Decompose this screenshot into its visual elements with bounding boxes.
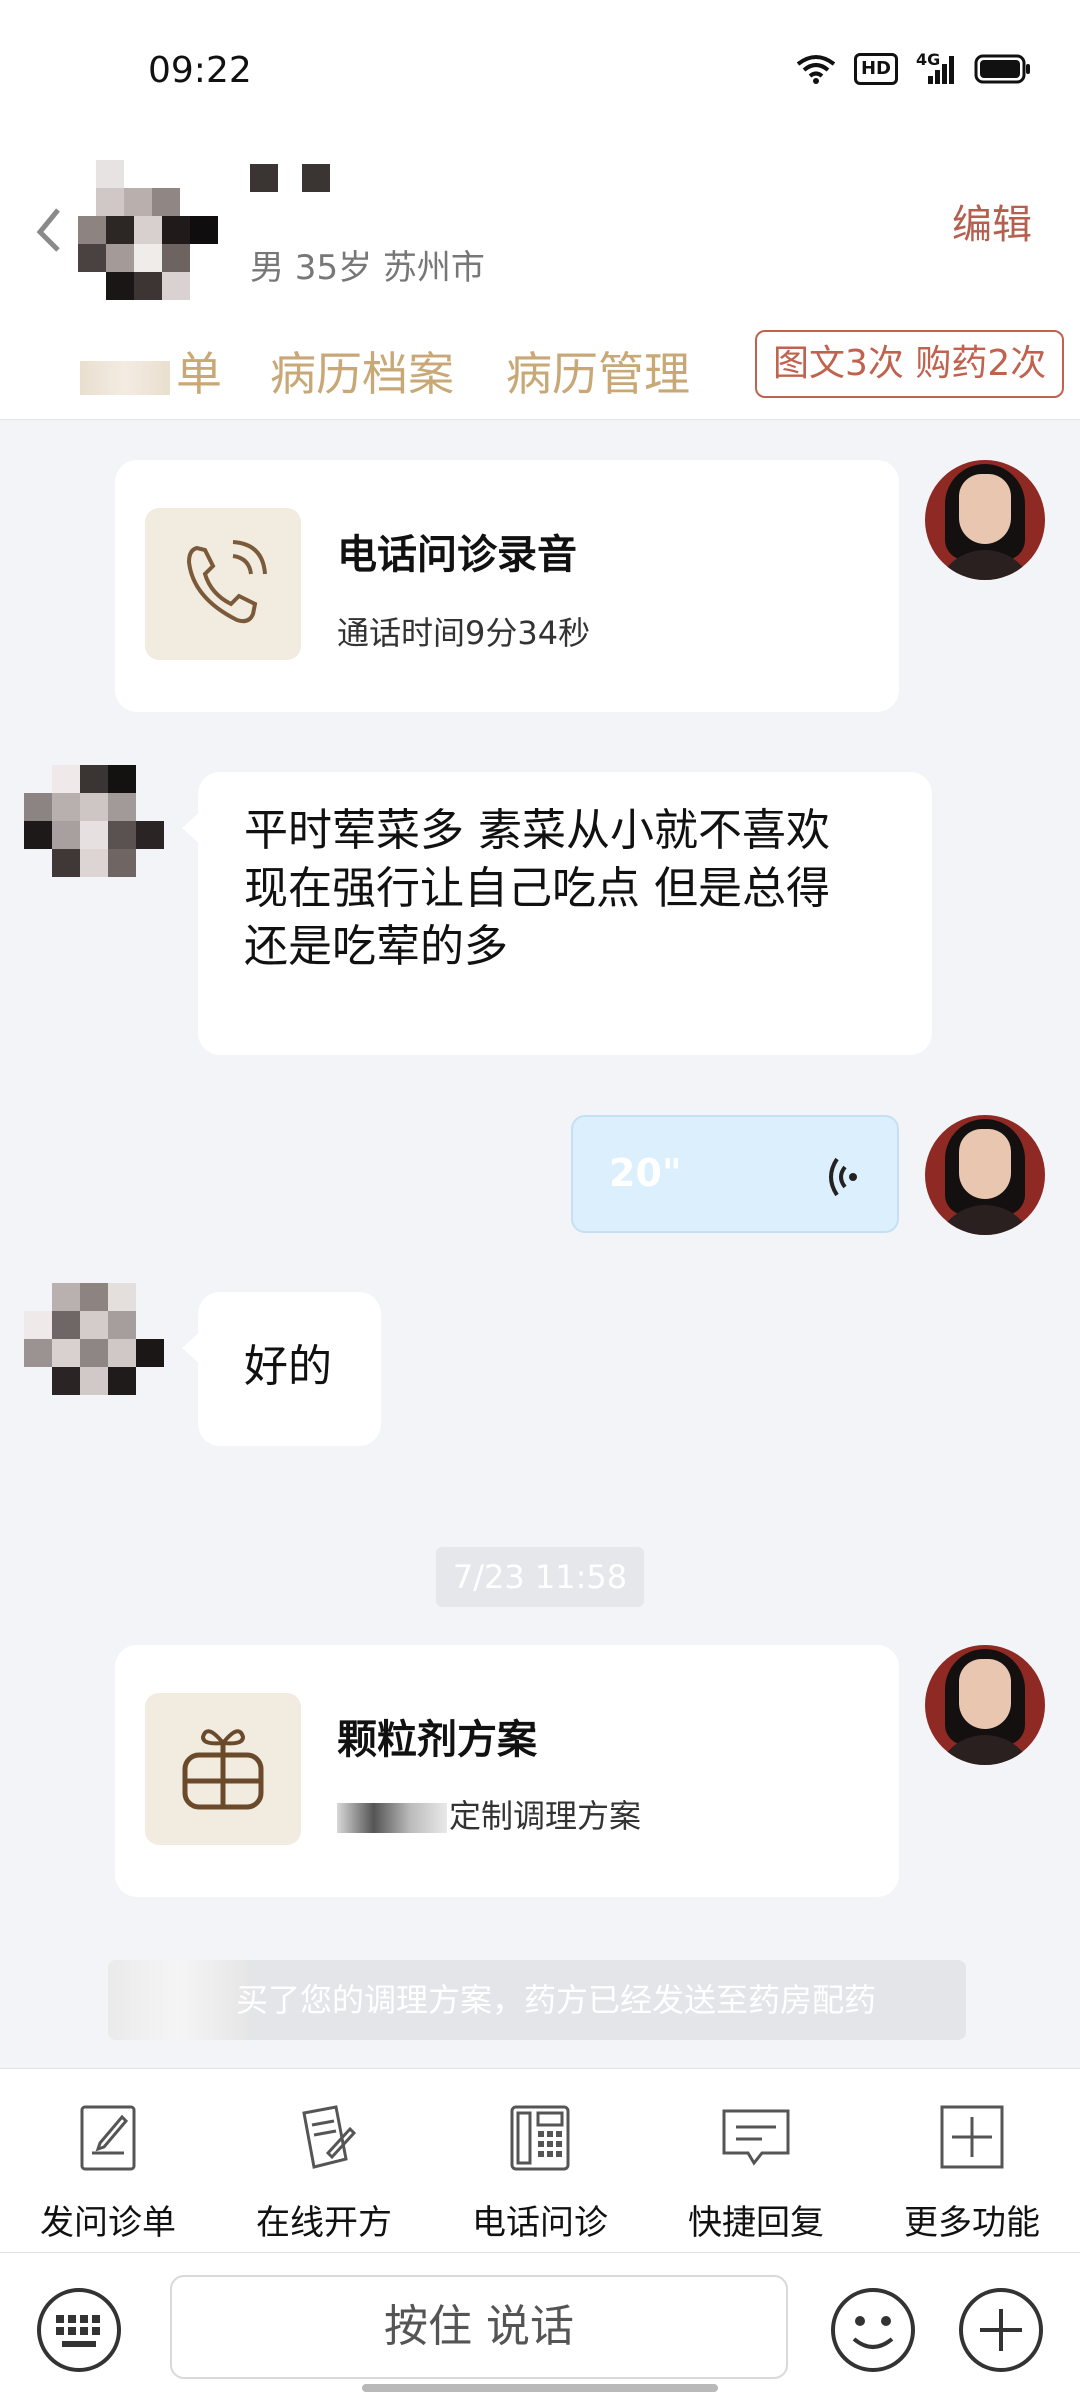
status-icons: HD 4G xyxy=(796,52,1032,86)
patient-header: 男 35岁 苏州市 编辑 单 病历档案 病历管理 图文3次 购药2次 xyxy=(0,130,1080,420)
form-edit-icon xyxy=(80,2105,136,2171)
system-notice: 买了您的调理方案，药方已经发送至药房配药 xyxy=(108,1960,966,2040)
patient-chat-avatar[interactable] xyxy=(20,1283,170,1433)
phone-consult-button[interactable]: 电话问诊 xyxy=(432,2069,648,2253)
cell-signal-icon: 4G xyxy=(916,52,956,86)
call-recording-card[interactable]: 电话问诊录音 通话时间9分34秒 xyxy=(115,460,899,712)
message-line: 还是吃荤的多 xyxy=(244,921,508,972)
voice-message-bubble[interactable]: 20" xyxy=(571,1115,899,1233)
add-icon[interactable] xyxy=(956,2287,1046,2373)
phone-icon xyxy=(145,508,301,660)
patient-name-redacted xyxy=(250,164,330,192)
function-bar: 发问诊单 在线开方 电话问诊 快捷回复 更多功能 xyxy=(0,2068,1080,2252)
send-questionnaire-button[interactable]: 发问诊单 xyxy=(0,2069,216,2253)
doctor-avatar[interactable] xyxy=(925,460,1045,580)
status-time: 09:22 xyxy=(148,50,252,91)
quick-reply-button[interactable]: 快捷回复 xyxy=(648,2069,864,2253)
header-tabs: 单 病历档案 病历管理 图文3次 购药2次 xyxy=(0,330,1080,410)
chat-area[interactable]: 电话问诊录音 通话时间9分34秒 平时荤菜多 素菜从小就不喜欢 现在强行让自己吃… xyxy=(0,420,1080,2068)
plan-card-title: 颗粒剂方案 xyxy=(337,1717,537,1763)
plus-square-icon xyxy=(940,2105,1004,2169)
doctor-avatar[interactable] xyxy=(925,1645,1045,1765)
patient-message-bubble[interactable]: 好的 xyxy=(182,1292,381,1446)
granule-plan-card[interactable]: 颗粒剂方案 定制调理方案 xyxy=(115,1645,899,1897)
patient-info: 男 35岁 苏州市 xyxy=(250,248,485,288)
message-line: 好的 xyxy=(244,1341,332,1392)
edit-button[interactable]: 编辑 xyxy=(952,192,1032,250)
message-line: 平时荤菜多 素菜从小就不喜欢 xyxy=(244,805,830,856)
hd-icon: HD xyxy=(853,53,898,85)
voice-wave-icon xyxy=(829,1157,857,1197)
voice-duration: 20" xyxy=(609,1151,682,1195)
status-bar: 09:22 HD 4G xyxy=(0,0,1080,130)
tab-medical-records[interactable]: 病历档案 xyxy=(270,338,454,404)
quota-badge[interactable]: 图文3次 购药2次 xyxy=(755,330,1065,398)
back-icon[interactable] xyxy=(30,200,70,260)
call-card-title: 电话问诊录音 xyxy=(337,532,577,578)
patient-message-bubble[interactable]: 平时荤菜多 素菜从小就不喜欢 现在强行让自己吃点 但是总得 还是吃荤的多 xyxy=(182,772,932,1055)
battery-icon xyxy=(974,54,1030,84)
keyboard-icon[interactable] xyxy=(34,2287,124,2373)
telephone-icon xyxy=(510,2105,570,2171)
tab-consultation-form[interactable]: 单 xyxy=(80,338,222,404)
online-prescription-button[interactable]: 在线开方 xyxy=(216,2069,432,2253)
prescription-icon xyxy=(302,2105,357,2169)
gift-icon xyxy=(145,1693,301,1845)
doctor-avatar[interactable] xyxy=(925,1115,1045,1235)
chat-timestamp: 7/23 11:58 xyxy=(436,1547,644,1607)
tab-record-management[interactable]: 病历管理 xyxy=(506,338,690,404)
plan-card-subtitle: 定制调理方案 xyxy=(337,1791,641,1837)
hold-to-talk-button[interactable]: 按住 说话 xyxy=(170,2275,788,2379)
message-line: 现在强行让自己吃点 但是总得 xyxy=(244,863,830,914)
call-card-subtitle: 通话时间9分34秒 xyxy=(337,614,591,652)
chat-bubble-icon xyxy=(722,2109,790,2166)
wifi-icon xyxy=(796,55,836,84)
home-indicator[interactable] xyxy=(362,2384,718,2392)
patient-chat-avatar[interactable] xyxy=(20,765,170,915)
more-functions-button[interactable]: 更多功能 xyxy=(864,2069,1080,2253)
patient-avatar[interactable] xyxy=(78,160,228,310)
emoji-icon[interactable] xyxy=(828,2287,918,2373)
input-bar: 按住 说话 xyxy=(0,2252,1080,2400)
